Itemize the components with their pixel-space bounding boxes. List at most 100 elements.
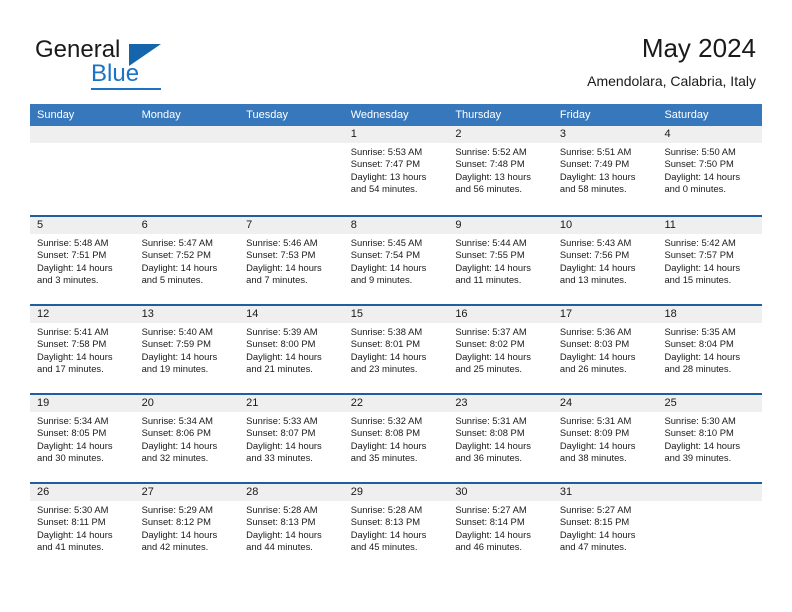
- daylight-text-line1: Daylight: 13 hours: [559, 170, 636, 182]
- day-number: 15: [343, 306, 449, 323]
- sunrise-text: Sunrise: 5:28 AM: [350, 504, 423, 515]
- daylight-text-line1: Daylight: 14 hours: [559, 528, 636, 540]
- daylight-text-line2: and 7 minutes.: [246, 274, 308, 286]
- sunset-text: Sunset: 8:03 PM: [559, 338, 630, 350]
- sunset-text: Sunset: 7:59 PM: [141, 338, 211, 350]
- day-number: 14: [239, 306, 344, 323]
- daylight-text-line1: Daylight: 14 hours: [37, 528, 113, 540]
- day-number: 6: [134, 217, 240, 234]
- day-cell-5[interactable]: 5 Sunrise: 5:48 AM Sunset: 7:51 PM Daylight…: [30, 217, 135, 304]
- sunset-text: Sunset: 8:08 PM: [455, 427, 525, 439]
- day-cell-8[interactable]: 8 Sunrise: 5:45 AM Sunset: 7:54 PM Daylight…: [343, 217, 449, 304]
- daylight-text-line1: Daylight: 14 hours: [559, 439, 636, 451]
- daylight-text-line2: and 11 minutes.: [455, 274, 522, 286]
- daylight-text-line1: Daylight: 14 hours: [350, 528, 427, 540]
- day-number: 1: [343, 126, 449, 143]
- day-cell-15[interactable]: 15 Sunrise: 5:38 AM Sunset: 8:01 PM Dayligh…: [343, 306, 449, 393]
- sunset-text: Sunset: 8:14 PM: [455, 516, 525, 528]
- day-cell-7[interactable]: 7 Sunrise: 5:46 AM Sunset: 7:53 PM Daylight…: [239, 217, 344, 304]
- day-number: 7: [239, 217, 344, 234]
- day-sun-info: Sunrise: 5:31 AM Sunset: 8:09 PM Daylight:…: [553, 412, 658, 465]
- sunrise-text: Sunrise: 5:30 AM: [37, 504, 109, 515]
- daylight-text-line2: and 5 minutes.: [141, 274, 204, 286]
- day-cell-11[interactable]: 11 Sunrise: 5:42 AM Sunset: 7:57 PM Dayligh…: [657, 217, 763, 304]
- day-cell-16[interactable]: 16 Sunrise: 5:37 AM Sunset: 8:02 PM Dayligh…: [448, 306, 553, 393]
- day-cell-18[interactable]: 18 Sunrise: 5:35 AM Sunset: 8:04 PM Dayligh…: [657, 306, 763, 393]
- calendar-week-row: 26 Sunrise: 5:30 AM Sunset: 8:11 PM Dayligh…: [30, 482, 763, 571]
- daylight-text-line2: and 3 minutes.: [37, 274, 99, 286]
- day-cell-31[interactable]: 31 Sunrise: 5:27 AM Sunset: 8:15 PM Dayligh…: [552, 484, 658, 571]
- day-cell-2[interactable]: 2 Sunrise: 5:52 AM Sunset: 7:48 PM Daylight…: [448, 126, 553, 215]
- day-number: 23: [448, 395, 553, 412]
- day-cell-22[interactable]: 22 Sunrise: 5:32 AM Sunset: 8:08 PM Dayligh…: [343, 395, 449, 482]
- sunrise-text: Sunrise: 5:33 AM: [246, 415, 318, 426]
- sunset-text: Sunset: 7:50 PM: [664, 158, 734, 170]
- sunset-text: Sunset: 8:10 PM: [664, 427, 734, 439]
- day-cell-19[interactable]: 19 Sunrise: 5:34 AM Sunset: 8:05 PM Dayligh…: [30, 395, 135, 482]
- day-number: 31: [552, 484, 658, 501]
- sunset-text: Sunset: 8:09 PM: [559, 427, 630, 439]
- day-sun-info: Sunrise: 5:35 AM Sunset: 8:04 PM Daylight:…: [657, 323, 762, 376]
- day-cell-17[interactable]: 17 Sunrise: 5:36 AM Sunset: 8:03 PM Dayligh…: [552, 306, 658, 393]
- day-number: [657, 484, 763, 501]
- day-cell-23[interactable]: 23 Sunrise: 5:31 AM Sunset: 8:08 PM Dayligh…: [448, 395, 553, 482]
- calendar-week-row: 19 Sunrise: 5:34 AM Sunset: 8:05 PM Dayligh…: [30, 393, 763, 482]
- day-number: 11: [657, 217, 763, 234]
- day-cell-20[interactable]: 20 Sunrise: 5:34 AM Sunset: 8:06 PM Dayligh…: [134, 395, 240, 482]
- sunset-text: Sunset: 7:54 PM: [350, 249, 421, 261]
- day-cell-3[interactable]: 3 Sunrise: 5:51 AM Sunset: 7:49 PM Daylight…: [552, 126, 658, 215]
- sunrise-text: Sunrise: 5:27 AM: [455, 504, 527, 515]
- day-cell-10[interactable]: 10 Sunrise: 5:43 AM Sunset: 7:56 PM Dayligh…: [552, 217, 658, 304]
- day-sun-info: Sunrise: 5:34 AM Sunset: 8:05 PM Daylight:…: [30, 412, 135, 465]
- day-cell-14[interactable]: 14 Sunrise: 5:39 AM Sunset: 8:00 PM Dayligh…: [239, 306, 344, 393]
- sunset-text: Sunset: 7:53 PM: [246, 249, 316, 261]
- weekday-header-friday: Friday: [559, 109, 591, 121]
- sunset-text: Sunset: 8:06 PM: [141, 427, 211, 439]
- day-cell-25[interactable]: 25 Sunrise: 5:30 AM Sunset: 8:10 PM Dayligh…: [657, 395, 763, 482]
- sunrise-text: Sunrise: 5:28 AM: [246, 504, 318, 515]
- day-cell-26[interactable]: 26 Sunrise: 5:30 AM Sunset: 8:11 PM Dayligh…: [30, 484, 135, 571]
- day-number: 3: [552, 126, 658, 143]
- day-sun-info: Sunrise: 5:43 AM Sunset: 7:56 PM Daylight:…: [553, 234, 658, 287]
- day-number: 20: [134, 395, 240, 412]
- sunrise-text: Sunrise: 5:41 AM: [37, 326, 109, 337]
- sunset-text: Sunset: 8:15 PM: [559, 516, 630, 528]
- day-cell-24[interactable]: 24 Sunrise: 5:31 AM Sunset: 8:09 PM Dayligh…: [552, 395, 658, 482]
- day-cell-29[interactable]: 29 Sunrise: 5:28 AM Sunset: 8:13 PM Dayligh…: [343, 484, 449, 571]
- day-cell-1[interactable]: 1 Sunrise: 5:53 AM Sunset: 7:47 PM Daylight…: [343, 126, 449, 215]
- day-sun-info: Sunrise: 5:34 AM Sunset: 8:06 PM Daylight:…: [135, 412, 240, 465]
- sunrise-text: Sunrise: 5:35 AM: [664, 326, 736, 337]
- daylight-text-line1: Daylight: 14 hours: [455, 350, 531, 362]
- day-cell-21[interactable]: 21 Sunrise: 5:33 AM Sunset: 8:07 PM Dayligh…: [239, 395, 344, 482]
- daylight-text-line2: and 45 minutes.: [350, 541, 418, 553]
- day-number: 8: [343, 217, 449, 234]
- day-cell-13[interactable]: 13 Sunrise: 5:40 AM Sunset: 7:59 PM Dayligh…: [134, 306, 240, 393]
- day-number: 10: [552, 217, 658, 234]
- day-sun-info: Sunrise: 5:33 AM Sunset: 8:07 PM Daylight:…: [239, 412, 344, 465]
- general-blue-logo[interactable]: General Blue: [35, 36, 235, 92]
- day-cell-27[interactable]: 27 Sunrise: 5:29 AM Sunset: 8:12 PM Dayligh…: [134, 484, 240, 571]
- weekday-header-tuesday: Tuesday: [246, 109, 288, 121]
- day-cell-12[interactable]: 12 Sunrise: 5:41 AM Sunset: 7:58 PM Dayligh…: [30, 306, 135, 393]
- calendar-week-row: 12 Sunrise: 5:41 AM Sunset: 7:58 PM Dayligh…: [30, 304, 763, 393]
- daylight-text-line1: Daylight: 14 hours: [664, 261, 741, 273]
- daylight-text-line1: Daylight: 14 hours: [350, 439, 427, 451]
- sunset-text: Sunset: 8:00 PM: [246, 338, 316, 350]
- day-sun-info: Sunrise: 5:29 AM Sunset: 8:12 PM Daylight:…: [135, 501, 240, 554]
- day-cell-4[interactable]: 4 Sunrise: 5:50 AM Sunset: 7:50 PM Daylight…: [657, 126, 763, 215]
- day-cell-30[interactable]: 30 Sunrise: 5:27 AM Sunset: 8:14 PM Dayligh…: [448, 484, 553, 571]
- daylight-text-line1: Daylight: 14 hours: [37, 261, 113, 273]
- sunset-text: Sunset: 7:52 PM: [141, 249, 211, 261]
- day-number: 29: [343, 484, 449, 501]
- day-cell-9[interactable]: 9 Sunrise: 5:44 AM Sunset: 7:55 PM Daylight…: [448, 217, 553, 304]
- daylight-text-line2: and 30 minutes.: [37, 452, 104, 464]
- day-cell-6[interactable]: 6 Sunrise: 5:47 AM Sunset: 7:52 PM Daylight…: [134, 217, 240, 304]
- day-sun-info: Sunrise: 5:28 AM Sunset: 8:13 PM Daylight:…: [344, 501, 449, 554]
- daylight-text-line1: Daylight: 14 hours: [455, 439, 531, 451]
- day-sun-info: Sunrise: 5:31 AM Sunset: 8:08 PM Daylight:…: [448, 412, 553, 465]
- daylight-text-line2: and 0 minutes.: [664, 183, 726, 195]
- day-cell-28[interactable]: 28 Sunrise: 5:28 AM Sunset: 8:13 PM Dayligh…: [239, 484, 344, 571]
- sunrise-text: Sunrise: 5:36 AM: [559, 326, 632, 337]
- sunrise-text: Sunrise: 5:34 AM: [141, 415, 213, 426]
- daylight-text-line1: Daylight: 14 hours: [350, 350, 427, 362]
